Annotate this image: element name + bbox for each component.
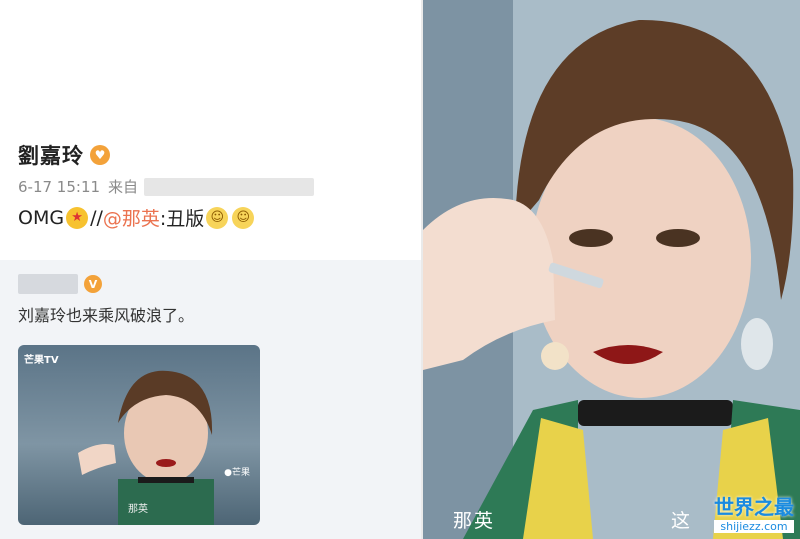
repost-username-redacted [18, 274, 78, 294]
post-timestamp[interactable]: 6-17 15:11 [18, 178, 100, 196]
source-redacted [144, 177, 315, 196]
repost-card[interactable]: V 刘嘉玲也来乘风破浪了。 芒果TV ●芒果 那英 [0, 260, 421, 539]
video-still-panel[interactable]: 那英 这 世界之最 shijiezz.com [423, 0, 800, 539]
post-text-suffix: :丑版 [159, 208, 205, 230]
watermark-en: shijiezz.com [714, 520, 794, 533]
thumb-channel-logo: ●芒果 [224, 468, 250, 478]
heart-emoji-icon: ♥ [90, 145, 110, 165]
repost-video-thumbnail[interactable]: 芒果TV ●芒果 那英 [18, 345, 260, 525]
subtitle-name: 那英 [453, 510, 496, 532]
repost-text: 刘嘉玲也来乘风破浪了。 [18, 306, 195, 325]
laugh-cry-emoji-icon: ☺ [232, 206, 255, 229]
star-eyes-emoji-icon: ★ [66, 206, 89, 229]
mention-link[interactable]: @那英 [103, 204, 160, 231]
thumb-caption: 那英 [128, 504, 148, 515]
site-watermark: 世界之最 shijiezz.com [714, 491, 794, 533]
post-author[interactable]: 劉嘉玲 ♥ [18, 140, 110, 170]
author-name[interactable]: 劉嘉玲 [18, 140, 84, 170]
post-meta: 6-17 15:11 来自 [18, 176, 315, 197]
post-text-prefix: OMG [18, 206, 65, 229]
video-still-portrait [423, 0, 800, 539]
post-text-sep: // [90, 206, 103, 229]
source-label: 来自 [108, 178, 139, 196]
weibo-post-panel: 劉嘉玲 ♥ 6-17 15:11 来自 OMG ★ // @那英 :丑版 ☺ ☺… [0, 0, 421, 539]
subtitle-next: 这 [671, 510, 693, 532]
laugh-cry-emoji-icon: ☺ [206, 206, 229, 229]
watermark-cn: 世界之最 [714, 495, 794, 519]
thumb-portrait [78, 370, 214, 525]
verified-badge-icon: V [84, 275, 102, 293]
repost-user[interactable]: V [18, 274, 102, 294]
post-text: OMG ★ // @那英 :丑版 ☺ ☺ [18, 204, 256, 231]
